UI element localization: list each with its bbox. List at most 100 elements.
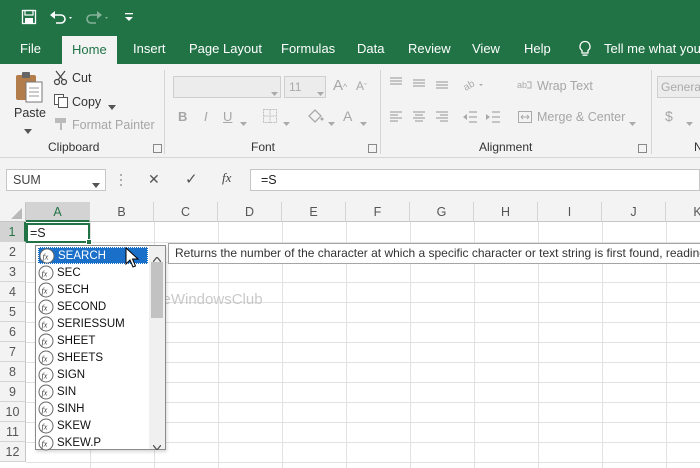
fill-color-icon[interactable] xyxy=(306,108,324,127)
top-align-icon[interactable] xyxy=(388,76,404,93)
row-header[interactable]: 2 xyxy=(0,242,26,262)
bold-button[interactable]: B xyxy=(178,109,187,124)
number-format-select[interactable]: General xyxy=(657,76,700,98)
borders-dropdown-icon[interactable] xyxy=(283,115,290,129)
column-header[interactable]: C xyxy=(154,202,218,222)
column-header[interactable]: G xyxy=(410,202,474,222)
tab-review[interactable]: Review xyxy=(408,34,451,64)
font-launcher-icon[interactable] xyxy=(368,144,377,153)
row-header[interactable]: 3 xyxy=(0,262,26,282)
column-header[interactable]: E xyxy=(282,202,346,222)
enter-formula-button[interactable]: ✓ xyxy=(185,170,198,188)
font-name-select[interactable] xyxy=(173,76,281,98)
wrap-text-button[interactable]: Wrap Text xyxy=(537,79,593,93)
paste-button[interactable]: Paste xyxy=(14,106,46,120)
scroll-down-icon[interactable] xyxy=(152,439,162,453)
worksheet-grid[interactable]: A B C D E F G H I J K 1 2 3 4 5 6 7 8 9 … xyxy=(0,202,700,468)
bottom-align-icon[interactable] xyxy=(434,76,450,93)
row-header[interactable]: 9 xyxy=(0,382,26,402)
tab-view[interactable]: View xyxy=(472,34,500,64)
merge-center-button[interactable]: Merge & Center xyxy=(537,110,625,124)
row-header[interactable]: 1 xyxy=(0,222,26,242)
font-size-dropdown-icon[interactable] xyxy=(317,85,324,99)
formula-input[interactable]: =S xyxy=(250,169,700,191)
currency-button[interactable]: $ xyxy=(665,108,673,124)
tab-data[interactable]: Data xyxy=(357,34,384,64)
save-icon[interactable] xyxy=(18,6,40,28)
tab-formulas[interactable]: Formulas xyxy=(281,34,335,64)
row-header[interactable]: 4 xyxy=(0,282,26,302)
column-header[interactable]: F xyxy=(346,202,410,222)
increase-font-size-icon[interactable]: A^ xyxy=(333,77,347,94)
formula-bar-grip[interactable] xyxy=(120,172,122,188)
row-header[interactable]: 6 xyxy=(0,322,26,342)
autocomplete-item[interactable]: fx SIN xyxy=(38,383,148,400)
clipboard-launcher-icon[interactable] xyxy=(153,144,162,153)
column-header[interactable]: K xyxy=(666,202,700,222)
row-header[interactable]: 12 xyxy=(0,442,26,462)
tab-file[interactable]: File xyxy=(20,34,41,64)
middle-align-icon[interactable] xyxy=(411,76,427,93)
insert-function-button[interactable]: fx xyxy=(222,170,231,186)
autocomplete-scrollbar[interactable] xyxy=(149,246,165,452)
copy-button[interactable]: Copy xyxy=(72,95,101,109)
row-header[interactable]: 10 xyxy=(0,402,26,422)
cut-button[interactable]: Cut xyxy=(72,71,91,85)
font-color-icon[interactable]: A xyxy=(343,108,352,124)
cancel-formula-button[interactable]: ✕ xyxy=(148,171,160,188)
italic-button[interactable]: I xyxy=(204,109,208,124)
row-header[interactable]: 11 xyxy=(0,422,26,442)
function-autocomplete-list[interactable]: fx SEARCH fx SEC fx SECH fx SECOND fx SE… xyxy=(35,245,166,452)
name-box-dropdown-icon[interactable] xyxy=(92,177,100,191)
column-header[interactable]: I xyxy=(538,202,602,222)
align-center-icon[interactable] xyxy=(411,110,427,127)
underline-button[interactable]: U xyxy=(223,109,232,124)
name-box[interactable]: SUM xyxy=(6,169,106,191)
row-header[interactable]: 8 xyxy=(0,362,26,382)
copy-dropdown-icon[interactable] xyxy=(108,99,116,113)
borders-icon[interactable] xyxy=(262,108,278,127)
underline-dropdown-icon[interactable] xyxy=(240,115,247,129)
column-header[interactable]: B xyxy=(90,202,154,222)
customize-qat-icon[interactable] xyxy=(122,6,136,28)
decrease-indent-icon[interactable] xyxy=(462,110,478,127)
paste-dropdown-icon[interactable] xyxy=(24,123,32,137)
autocomplete-item[interactable]: fx SHEETS xyxy=(38,349,148,366)
autocomplete-item[interactable]: fx SKEW xyxy=(38,417,148,434)
fill-color-dropdown-icon[interactable] xyxy=(328,115,335,129)
column-header[interactable]: D xyxy=(218,202,282,222)
align-right-icon[interactable] xyxy=(434,110,450,127)
autocomplete-item[interactable]: fx SERIESSUM xyxy=(38,315,148,332)
tab-help[interactable]: Help xyxy=(524,34,551,64)
scrollbar-thumb[interactable] xyxy=(151,262,163,318)
format-painter-button[interactable]: Format Painter xyxy=(72,118,155,132)
increase-indent-icon[interactable] xyxy=(485,110,501,127)
tab-page-layout[interactable]: Page Layout xyxy=(189,34,262,64)
tab-insert[interactable]: Insert xyxy=(133,34,166,64)
tell-me-search[interactable]: Tell me what you w xyxy=(604,34,700,64)
column-header[interactable]: J xyxy=(602,202,666,222)
row-header[interactable]: 5 xyxy=(0,302,26,322)
row-header[interactable]: 7 xyxy=(0,342,26,362)
align-left-icon[interactable] xyxy=(388,110,404,127)
font-name-dropdown-icon[interactable] xyxy=(271,85,278,99)
decrease-font-size-icon[interactable]: Aˇ xyxy=(356,79,367,93)
tab-home[interactable]: Home xyxy=(62,36,117,64)
autocomplete-item[interactable]: fx SECOND xyxy=(38,298,148,315)
merge-center-dropdown-icon[interactable] xyxy=(629,115,636,129)
paste-icon[interactable] xyxy=(12,70,46,104)
autocomplete-item[interactable]: fx SIGN xyxy=(38,366,148,383)
currency-dropdown-icon[interactable] xyxy=(686,115,693,129)
autocomplete-item[interactable]: fx SHEET xyxy=(38,332,148,349)
column-header[interactable]: A xyxy=(26,202,90,222)
autocomplete-item[interactable]: fx SKEW.P xyxy=(38,434,148,451)
autocomplete-item[interactable]: fx SECH xyxy=(38,281,148,298)
redo-icon[interactable] xyxy=(84,6,112,28)
select-all-button[interactable] xyxy=(0,202,26,222)
autocomplete-item[interactable]: fx SINH xyxy=(38,400,148,417)
alignment-launcher-icon[interactable] xyxy=(638,144,647,153)
column-header[interactable]: H xyxy=(474,202,538,222)
active-cell-a1[interactable]: =S xyxy=(26,223,90,243)
undo-icon[interactable] xyxy=(48,6,76,28)
font-color-dropdown-icon[interactable] xyxy=(360,115,367,129)
